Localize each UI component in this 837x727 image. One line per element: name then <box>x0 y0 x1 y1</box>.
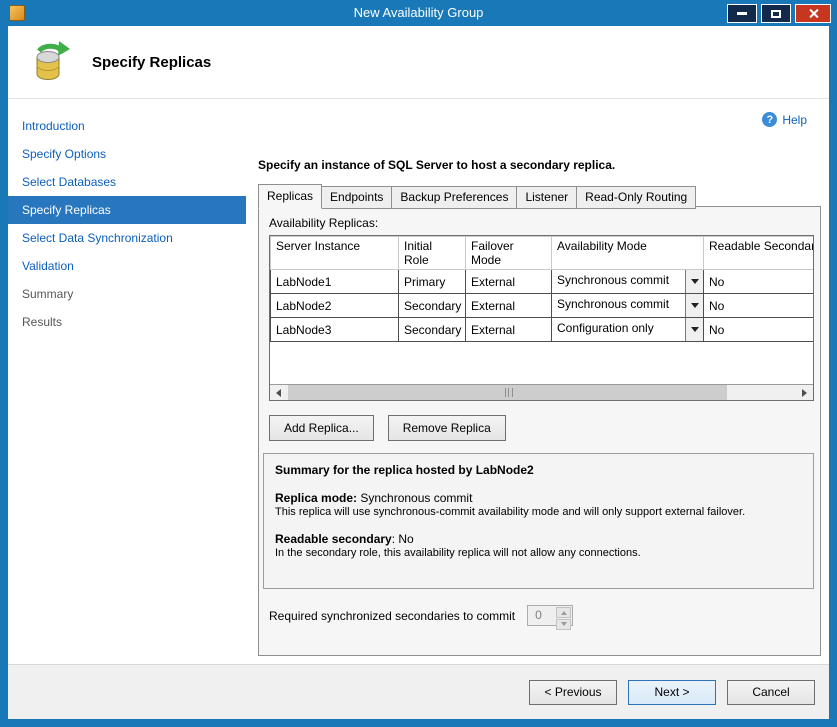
wizard-footer: < Previous Next > Cancel <box>8 664 829 719</box>
wizard-header: Specify Replicas <box>8 26 829 99</box>
availability-mode-value: Configuration only <box>552 318 685 341</box>
help-icon <box>762 112 777 127</box>
sidebar-item-select-databases[interactable]: Select Databases <box>8 168 246 196</box>
column-header-readable-secondary: Readable Secondary <box>704 237 815 270</box>
table-row[interactable]: LabNode2 Secondary External Synchronous … <box>271 294 815 318</box>
tab-strip: Replicas Endpoints Backup Preferences Li… <box>258 186 695 209</box>
availability-group-icon <box>26 39 72 88</box>
table-row[interactable]: LabNode1 Primary External Synchronous co… <box>271 270 815 294</box>
maximize-icon <box>771 10 781 18</box>
tab-read-only-routing[interactable]: Read-Only Routing <box>576 186 696 209</box>
add-replica-button[interactable]: Add Replica... <box>269 415 374 441</box>
sidebar-item-validation[interactable]: Validation <box>8 252 246 280</box>
table-row[interactable]: LabNode3 Secondary External Configuratio… <box>271 318 815 342</box>
sidebar-item-summary: Summary <box>8 280 246 308</box>
wizard-steps-sidebar: Introduction Specify Options Select Data… <box>8 100 246 664</box>
availability-mode-dropdown[interactable]: Synchronous commit <box>552 270 704 294</box>
cancel-button[interactable]: Cancel <box>727 680 815 705</box>
titlebar[interactable]: New Availability Group <box>0 0 837 26</box>
close-icon <box>808 8 819 19</box>
maximize-button[interactable] <box>761 4 791 23</box>
tab-replicas[interactable]: Replicas <box>258 184 322 209</box>
next-button[interactable]: Next > <box>628 680 716 705</box>
spinner-value: 0 <box>535 608 542 622</box>
column-header-failover-mode: Failover Mode <box>466 237 552 270</box>
cell-server-instance: LabNode1 <box>271 270 399 294</box>
column-header-initial-role: Initial Role <box>399 237 466 270</box>
required-secondaries-label: Required synchronized secondaries to com… <box>269 609 515 623</box>
cell-initial-role: Secondary <box>399 318 466 342</box>
cell-initial-role: Primary <box>399 270 466 294</box>
cell-server-instance: LabNode3 <box>271 318 399 342</box>
required-secondaries-spinner: 0 <box>527 605 573 626</box>
availability-mode-value: Synchronous commit <box>552 294 685 317</box>
scroll-right-icon[interactable] <box>797 385 813 400</box>
help-label: Help <box>782 113 807 127</box>
new-availability-group-window: New Availability Group Specify Replicas <box>0 0 837 727</box>
chevron-down-icon[interactable] <box>685 270 703 293</box>
required-secondaries-row: Required synchronized secondaries to com… <box>269 605 573 626</box>
cell-failover-mode: External <box>466 270 552 294</box>
wizard-dialog: Specify Replicas Introduction Specify Op… <box>8 26 829 719</box>
cell-readable-secondary: No <box>704 318 815 342</box>
remove-replica-button[interactable]: Remove Replica <box>388 415 506 441</box>
cell-server-instance: LabNode2 <box>271 294 399 318</box>
column-header-availability-mode: Availability Mode <box>552 237 704 270</box>
cell-readable-secondary: No <box>704 270 815 294</box>
sidebar-item-specify-replicas[interactable]: Specify Replicas <box>8 196 246 224</box>
sidebar-item-results: Results <box>8 308 246 336</box>
scrollbar-thumb[interactable] <box>288 385 727 400</box>
previous-button[interactable]: < Previous <box>529 680 617 705</box>
column-header-server-instance: Server Instance <box>271 237 399 270</box>
replica-mode-description: This replica will use synchronous-commit… <box>275 506 802 518</box>
sidebar-item-specify-options[interactable]: Specify Options <box>8 140 246 168</box>
replicas-tab-page: Availability Replicas: Server Instance I… <box>258 206 821 656</box>
availability-mode-value: Synchronous commit <box>552 270 685 293</box>
replica-summary-panel: Summary for the replica hosted by LabNod… <box>263 453 814 589</box>
tab-endpoints[interactable]: Endpoints <box>321 186 392 209</box>
spinner-up-icon <box>556 607 571 618</box>
summary-title: Summary for the replica hosted by LabNod… <box>275 463 802 477</box>
replica-mode-line: Replica mode: Synchronous commit <box>275 491 802 505</box>
cell-readable-secondary: No <box>704 294 815 318</box>
availability-replicas-grid[interactable]: Server Instance Initial Role Failover Mo… <box>269 235 814 401</box>
readable-secondary-description: In the secondary role, this availability… <box>275 547 802 559</box>
minimize-icon <box>737 12 747 15</box>
instruction-text: Specify an instance of SQL Server to hos… <box>258 158 615 172</box>
window-title: New Availability Group <box>0 5 837 20</box>
minimize-button[interactable] <box>727 4 757 23</box>
scroll-left-icon[interactable] <box>270 385 286 400</box>
page-title: Specify Replicas <box>92 54 211 71</box>
close-button[interactable] <box>795 4 831 23</box>
availability-mode-dropdown[interactable]: Configuration only <box>552 318 704 342</box>
readable-secondary-line: Readable secondary: No <box>275 532 802 546</box>
wizard-content: Help Specify an instance of SQL Server t… <box>246 100 829 664</box>
horizontal-scrollbar[interactable] <box>270 384 813 400</box>
tab-backup-preferences[interactable]: Backup Preferences <box>391 186 517 209</box>
tab-listener[interactable]: Listener <box>516 186 577 209</box>
sidebar-item-select-data-synchronization[interactable]: Select Data Synchronization <box>8 224 246 252</box>
spinner-down-icon <box>556 619 571 630</box>
scrollbar-track[interactable] <box>286 385 797 400</box>
chevron-down-icon[interactable] <box>685 318 703 341</box>
cell-initial-role: Secondary <box>399 294 466 318</box>
sidebar-item-introduction[interactable]: Introduction <box>8 112 246 140</box>
grid-header-row: Server Instance Initial Role Failover Mo… <box>271 237 815 270</box>
chevron-down-icon[interactable] <box>685 294 703 317</box>
availability-replicas-label: Availability Replicas: <box>269 216 378 230</box>
availability-mode-dropdown[interactable]: Synchronous commit <box>552 294 704 318</box>
help-link[interactable]: Help <box>762 112 807 127</box>
cell-failover-mode: External <box>466 294 552 318</box>
cell-failover-mode: External <box>466 318 552 342</box>
